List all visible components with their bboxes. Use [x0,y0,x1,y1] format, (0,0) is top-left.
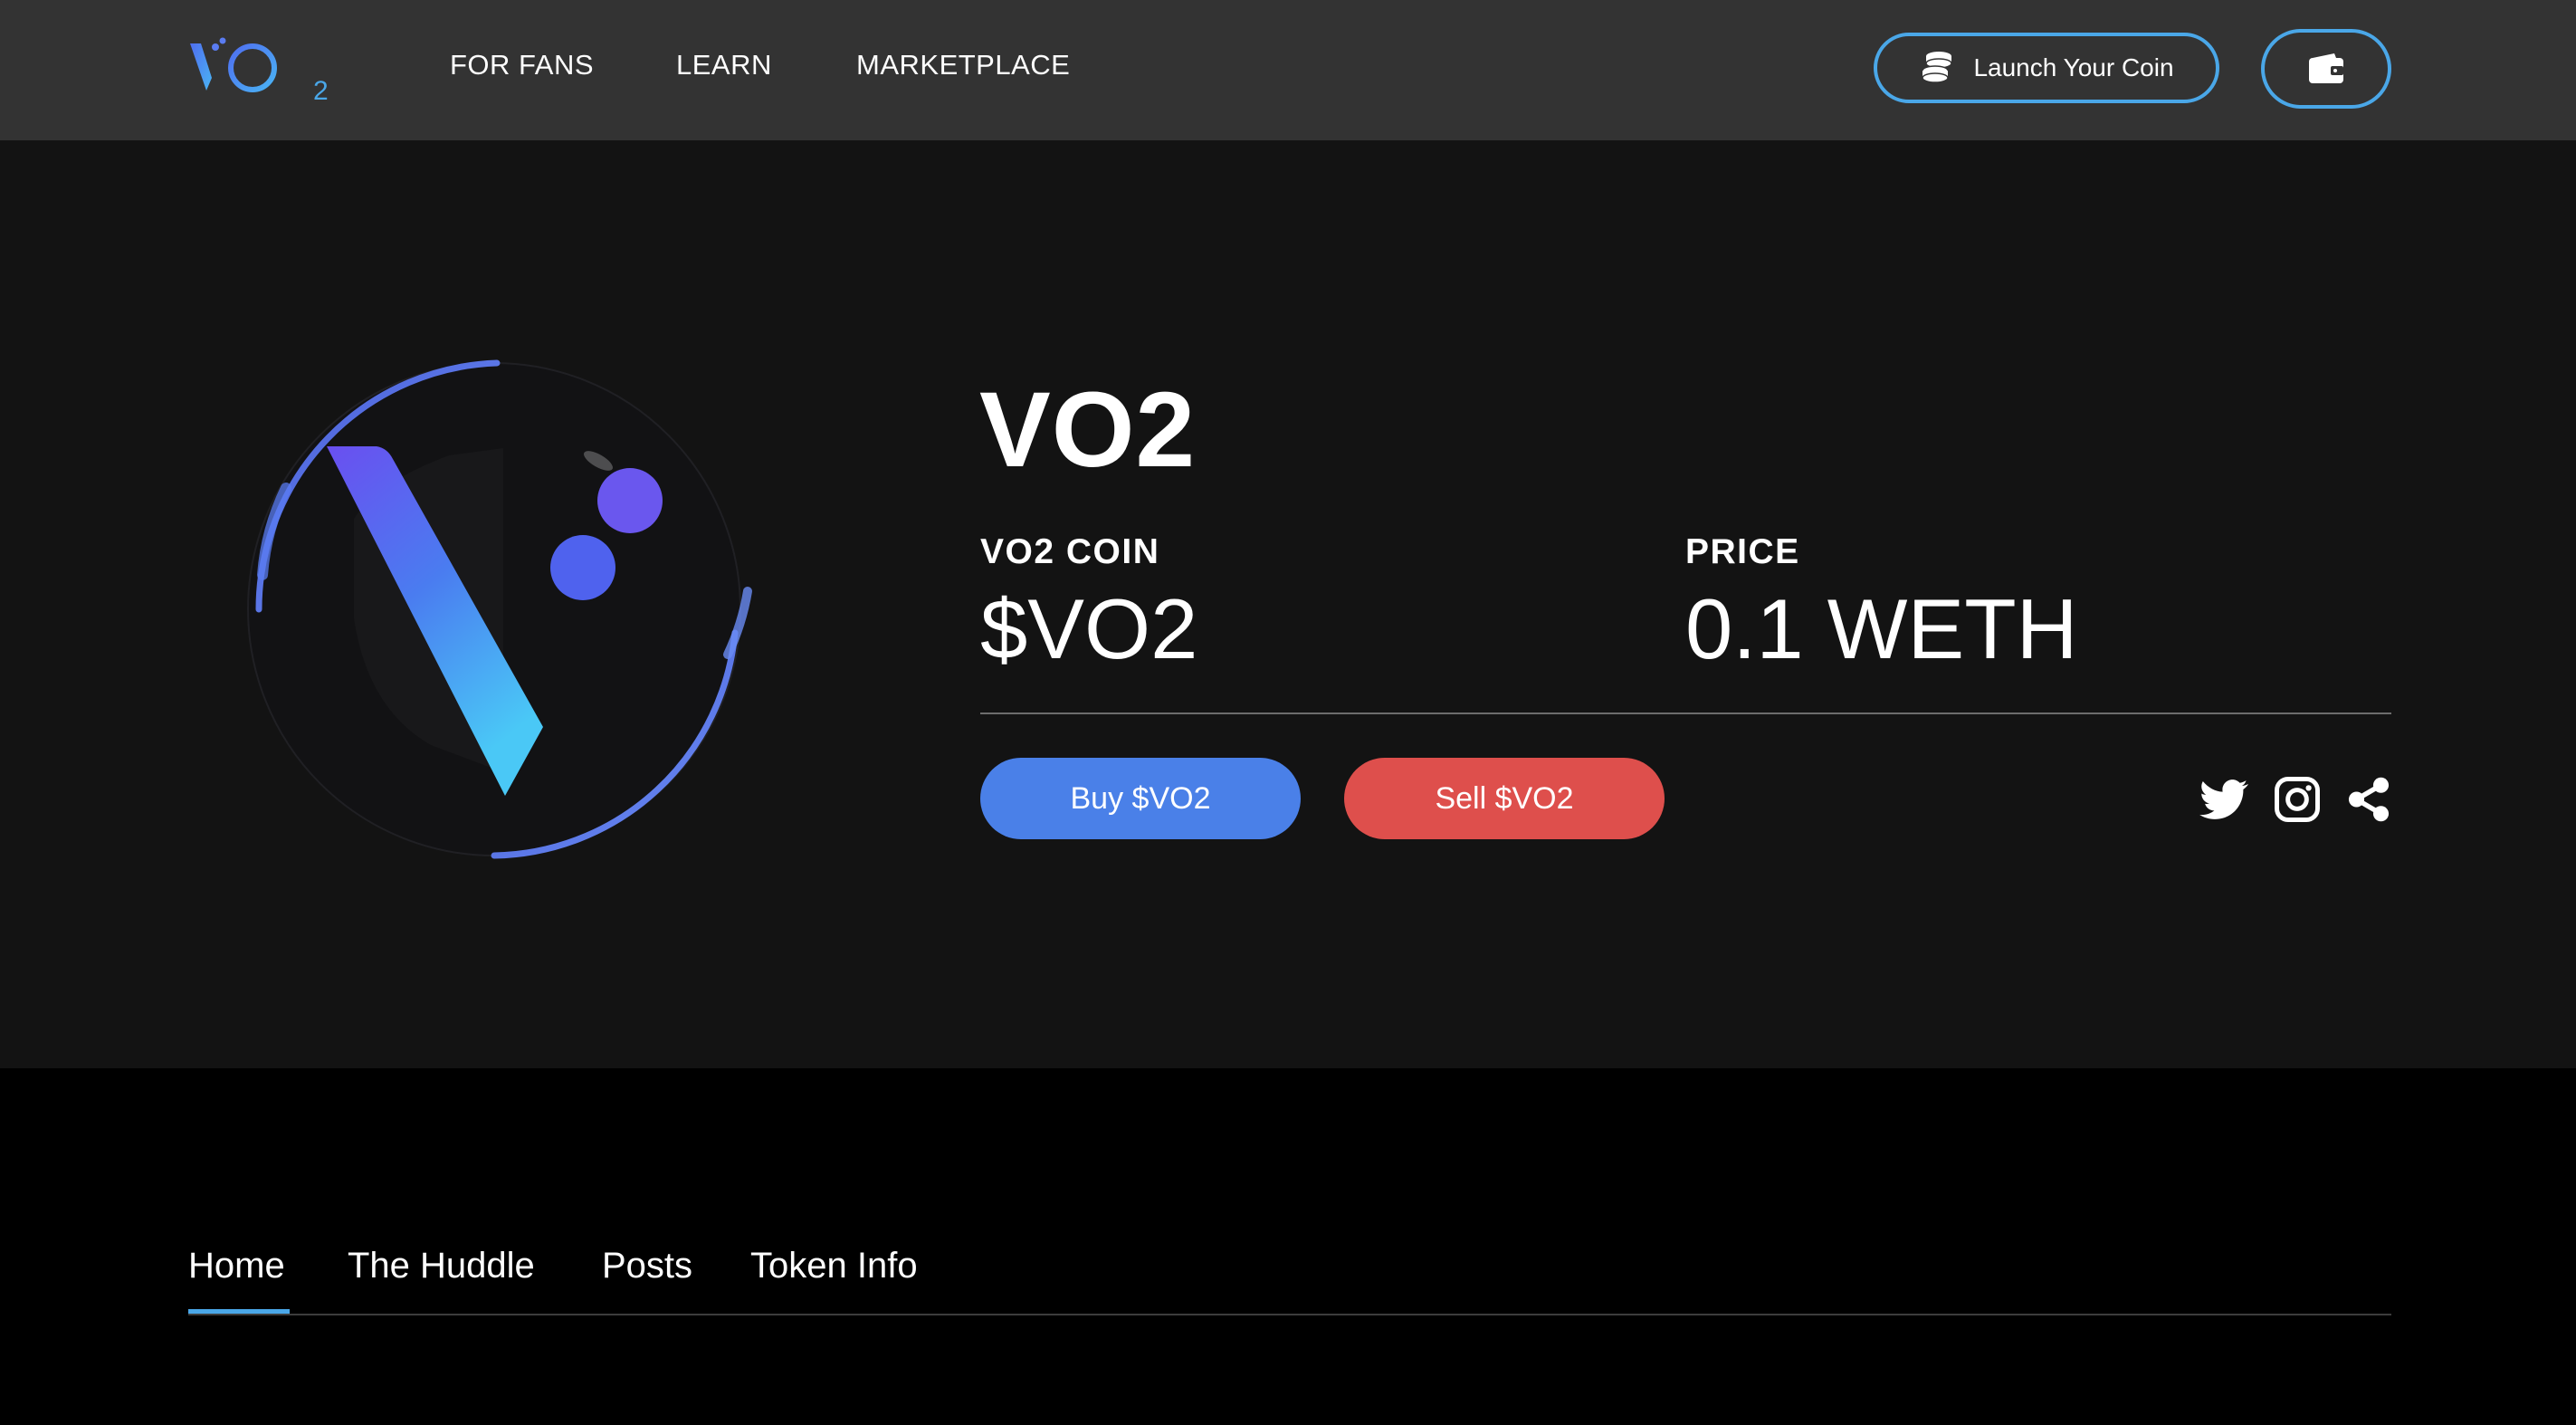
active-tab-indicator [188,1309,290,1314]
vo2-logo[interactable]: 2 [188,36,339,103]
tab-the-huddle[interactable]: The Huddle [348,1240,535,1291]
nav-for-fans[interactable]: FOR FANS [450,45,594,85]
tab-home[interactable]: Home [188,1240,285,1291]
tabs-divider [188,1314,2391,1315]
price-label: PRICE [1685,532,1800,571]
nav-marketplace[interactable]: MARKETPLACE [856,45,1070,85]
instagram-icon[interactable] [2273,775,2322,824]
price-value: 0.1 WETH [1685,581,2078,676]
share-icon[interactable] [2344,775,2393,824]
launch-your-coin-label: Launch Your Coin [1973,53,2174,81]
coin-symbol-value: $VO2 [980,581,1198,676]
coins-icon [1922,52,1953,83]
coin-name-heading: VO2 [979,370,1197,490]
svg-text:2: 2 [313,76,329,103]
hero-divider [980,712,2391,714]
launch-your-coin-button[interactable]: Launch Your Coin [1874,33,2219,103]
sell-coin-button[interactable]: Sell $VO2 [1344,758,1665,839]
tab-posts[interactable]: Posts [602,1240,692,1291]
top-navigation-bar: 2 FOR FANS LEARN MARKETPLACE Launch Your… [0,0,2576,140]
nav-learn[interactable]: LEARN [676,45,772,85]
tab-token-info[interactable]: Token Info [750,1240,918,1291]
coin-avatar [247,359,752,859]
coin-symbol-label: VO2 COIN [980,532,1160,571]
wallet-button[interactable] [2261,29,2391,109]
buy-coin-button[interactable]: Buy $VO2 [980,758,1301,839]
coin-hero-section: VO2 VO2 COIN $VO2 PRICE 0.1 WETH Buy $VO… [0,140,2576,1068]
twitter-icon[interactable] [2199,775,2248,824]
wallet-icon [2309,53,2343,83]
